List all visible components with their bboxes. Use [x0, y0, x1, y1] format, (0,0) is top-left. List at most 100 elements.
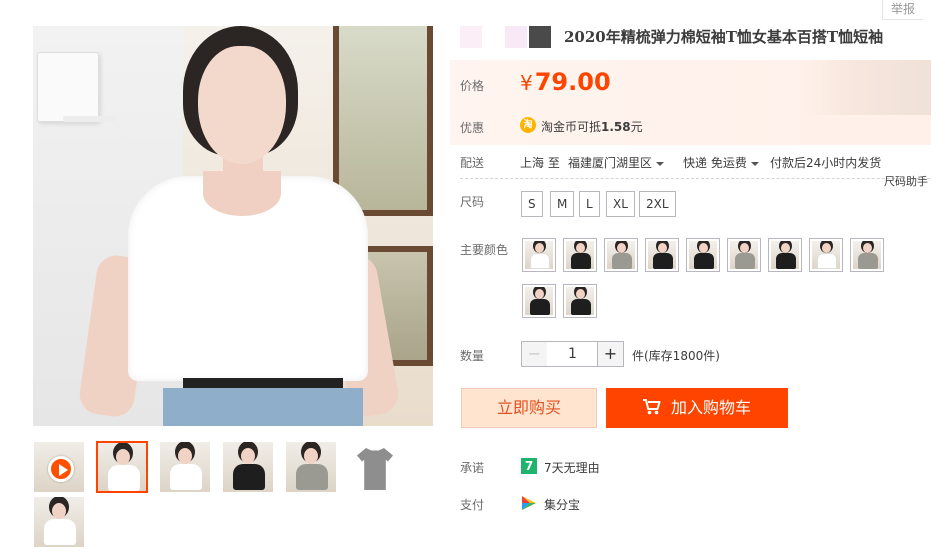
color-option-face: [576, 243, 585, 253]
thumbnail-shirt: [44, 519, 76, 545]
color-option-shirt: [571, 299, 591, 315]
discount-amount: 1.58: [601, 120, 631, 134]
color-option[interactable]: [522, 238, 556, 272]
color-option-face: [535, 289, 544, 299]
thumbnail-face: [178, 448, 192, 464]
image-wall-shelf: [63, 116, 115, 122]
color-option[interactable]: [686, 238, 720, 272]
thumbnail-shirt: [108, 465, 140, 491]
color-option[interactable]: [727, 238, 761, 272]
main-product-image[interactable]: [33, 26, 433, 426]
model-neckline: [203, 171, 281, 216]
color-option-face: [740, 243, 749, 253]
color-option[interactable]: [809, 238, 843, 272]
color-option-image: [525, 287, 553, 315]
thumbnail-item[interactable]: [96, 441, 148, 493]
color-option-face: [658, 243, 667, 253]
title-swatch: [505, 26, 527, 48]
color-option-image: [853, 241, 881, 269]
color-option-image: [525, 241, 553, 269]
discount-suffix: 元: [630, 120, 643, 134]
chevron-down-icon: [750, 161, 759, 166]
color-option-shirt: [571, 253, 591, 269]
color-option[interactable]: [563, 238, 597, 272]
shipping-method-select[interactable]: 快递 免运费: [683, 154, 759, 171]
color-option[interactable]: [522, 284, 556, 318]
shipping-promise: 付款后24小时内发货: [770, 156, 882, 170]
thumbnail-shirt: [233, 464, 265, 490]
thumbnail-face: [116, 449, 130, 465]
quantity-increase-button[interactable]: +: [597, 341, 624, 367]
color-option-shirt: [530, 253, 550, 269]
color-option[interactable]: [604, 238, 638, 272]
color-option-shirt: [776, 253, 796, 269]
thumbnail-item[interactable]: [348, 441, 400, 493]
add-to-cart-label: 加入购物车: [670, 398, 751, 417]
quantity-input[interactable]: 1: [547, 341, 598, 367]
size-option-2xl[interactable]: 2XL: [639, 191, 676, 217]
color-option-face: [576, 289, 585, 299]
color-option-shirt: [735, 253, 755, 269]
color-option-image: [730, 241, 758, 269]
thumbnail-item[interactable]: [222, 441, 274, 493]
color-option-face: [535, 243, 544, 253]
thumbnail-item[interactable]: [285, 441, 337, 493]
color-option-image: [607, 241, 635, 269]
price-amount: 79.00: [534, 68, 611, 96]
price-panel-blurred-area: [801, 60, 931, 115]
discount-prefix: 淘金币可抵: [541, 120, 602, 134]
color-option-face: [617, 243, 626, 253]
payment-label: 支付: [460, 498, 485, 512]
model-jeans: [163, 388, 363, 426]
buy-now-button[interactable]: 立即购买: [461, 388, 597, 428]
product-title: 2020年精梳弹力棉短袖T恤女基本百搭T恤短袖: [564, 28, 884, 46]
price-label: 价格: [460, 79, 485, 93]
thumbnail-video[interactable]: [33, 441, 85, 493]
discount-label: 优惠: [460, 121, 485, 135]
report-link[interactable]: 举报: [881, 0, 923, 20]
color-option-shirt: [694, 253, 714, 269]
thumbnail-shirt: [296, 464, 328, 490]
size-label: 尺码: [460, 195, 485, 209]
thumbnail-face: [241, 448, 255, 464]
color-option[interactable]: [645, 238, 679, 272]
shipping-row: 配送 上海 至 福建厦门湖里区 快递 免运费 付款后24小时内发货: [460, 153, 930, 179]
image-wall-lamp: [37, 52, 99, 122]
size-option-s[interactable]: S: [521, 191, 543, 217]
seven-day-return-icon: 7: [521, 458, 537, 474]
chevron-down-icon: [656, 161, 665, 166]
color-option[interactable]: [768, 238, 802, 272]
color-option-image: [812, 241, 840, 269]
payment-text[interactable]: 集分宝: [544, 496, 580, 513]
color-option-shirt: [817, 253, 837, 269]
shipping-label: 配送: [460, 156, 485, 170]
color-option-face: [822, 243, 831, 253]
add-to-cart-button[interactable]: 加入购物车: [606, 388, 788, 428]
guarantee-label: 承诺: [460, 461, 485, 475]
thumbnail-item[interactable]: [33, 496, 85, 548]
thumbnail-shirt: [170, 464, 202, 490]
color-option-image: [566, 287, 594, 315]
guarantee-text[interactable]: 7天无理由: [544, 459, 600, 476]
color-option-face: [863, 243, 872, 253]
title-swatch: [460, 26, 482, 48]
color-option-shirt: [653, 253, 673, 269]
color-label: 主要颜色: [460, 243, 509, 257]
thumbnail-face: [304, 448, 318, 464]
cart-icon: [642, 399, 661, 415]
color-option-image: [689, 241, 717, 269]
shipping-destination-select[interactable]: 福建厦门湖里区: [568, 154, 665, 171]
size-helper-link[interactable]: 尺码助手: [884, 173, 928, 189]
color-option[interactable]: [563, 284, 597, 318]
size-option-xl[interactable]: XL: [606, 191, 635, 217]
size-option-m[interactable]: M: [550, 191, 575, 217]
color-option-shirt: [858, 253, 878, 269]
thumbnail-face: [52, 503, 66, 519]
color-option-image: [771, 241, 799, 269]
quantity-decrease-button[interactable]: −: [521, 341, 548, 367]
shipping-destination: 福建厦门湖里区: [568, 156, 653, 170]
color-option[interactable]: [850, 238, 884, 272]
title-row: 2020年精梳弹力棉短袖T恤女基本百搭T恤短袖: [460, 24, 930, 50]
thumbnail-item[interactable]: [159, 441, 211, 493]
size-option-l[interactable]: L: [579, 191, 600, 217]
